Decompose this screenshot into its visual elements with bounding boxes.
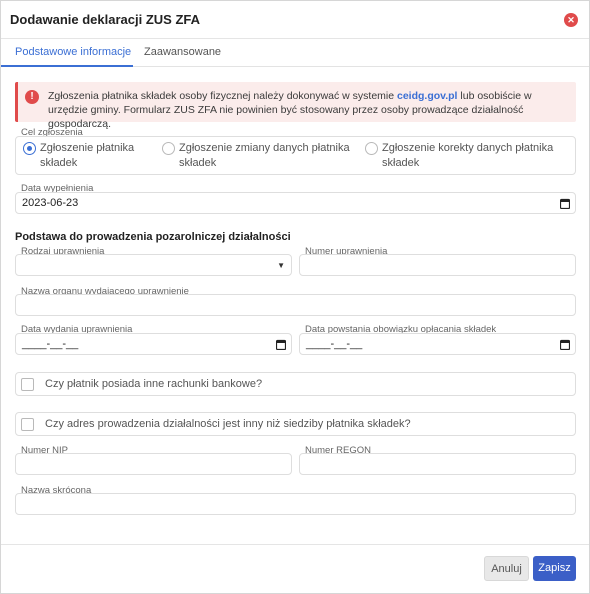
error-alert: ! Zgłoszenia płatnika składek osoby fizy… <box>15 82 576 130</box>
inne-rachunki-label[interactable]: Czy płatnik posiada inne rachunki bankow… <box>45 378 262 390</box>
radio-label-zgloszenie-zmiany[interactable]: Zgłoszenie zmiany danych płatnika składe… <box>179 141 364 171</box>
tab-zaawansowane[interactable]: Zaawansowane <box>144 46 221 58</box>
save-button[interactable]: Zapisz <box>533 556 576 581</box>
footer-divider <box>1 544 589 545</box>
radio-label-zgloszenie-platnika[interactable]: Zgłoszenie płatnika składek <box>40 141 170 171</box>
inne-rachunki-row[interactable]: Czy płatnik posiada inne rachunki bankow… <box>15 372 576 396</box>
nip-input[interactable] <box>15 453 292 475</box>
rodzaj-select[interactable]: ▼ <box>15 254 292 276</box>
data-powstania-input[interactable]: ____-__-__ <box>299 333 576 355</box>
close-icon[interactable]: ✕ <box>564 13 578 27</box>
ceidg-link[interactable]: ceidg.gov.pl <box>397 90 457 102</box>
numer-uprawnienia-input[interactable] <box>299 254 576 276</box>
radio-label-zgloszenie-korekty[interactable]: Zgłoszenie korekty danych płatnika skład… <box>382 141 567 171</box>
inny-adres-row[interactable]: Czy adres prowadzenia działalności jest … <box>15 412 576 436</box>
data-wydania-value: ____-__-__ <box>22 338 79 350</box>
alert-text-before: Zgłoszenia płatnika składek osoby fizycz… <box>48 90 397 102</box>
tab-podstawowe[interactable]: Podstawowe informacje <box>15 46 131 58</box>
calendar-icon[interactable] <box>560 198 570 209</box>
radio-zgloszenie-platnika[interactable] <box>23 142 36 155</box>
nazwa-organu-input[interactable] <box>15 294 576 316</box>
dialog-header: Dodawanie deklaracji ZUS ZFA ✕ <box>1 1 589 39</box>
tab-bar: Podstawowe informacje Zaawansowane <box>1 39 589 67</box>
alert-message: Zgłoszenia płatnika składek osoby fizycz… <box>48 89 573 131</box>
inny-adres-checkbox[interactable] <box>21 418 34 431</box>
data-wypelnienia-value: 2023-06-23 <box>22 197 79 209</box>
radio-zgloszenie-korekty[interactable] <box>365 142 378 155</box>
exclamation-icon: ! <box>25 90 39 104</box>
inne-rachunki-checkbox[interactable] <box>21 378 34 391</box>
nazwa-skrocona-input[interactable] <box>15 493 576 515</box>
data-wypelnienia-input[interactable]: 2023-06-23 <box>15 192 576 214</box>
cancel-button[interactable]: Anuluj <box>484 556 529 581</box>
radio-zgloszenie-zmiany[interactable] <box>162 142 175 155</box>
cel-radio-group: Zgłoszenie płatnika składek Zgłoszenie z… <box>15 136 576 175</box>
dialog-title: Dodawanie deklaracji ZUS ZFA <box>10 12 200 27</box>
chevron-down-icon: ▼ <box>277 261 285 270</box>
calendar-icon[interactable] <box>276 339 286 350</box>
section-title: Podstawa do prowadzenia pozarolniczej dz… <box>15 231 291 243</box>
data-powstania-value: ____-__-__ <box>306 338 363 350</box>
data-wydania-input[interactable]: ____-__-__ <box>15 333 292 355</box>
calendar-icon[interactable] <box>560 339 570 350</box>
inny-adres-label[interactable]: Czy adres prowadzenia działalności jest … <box>45 418 411 430</box>
regon-input[interactable] <box>299 453 576 475</box>
active-tab-indicator <box>1 65 133 67</box>
dialog: Dodawanie deklaracji ZUS ZFA ✕ Podstawow… <box>0 0 590 594</box>
